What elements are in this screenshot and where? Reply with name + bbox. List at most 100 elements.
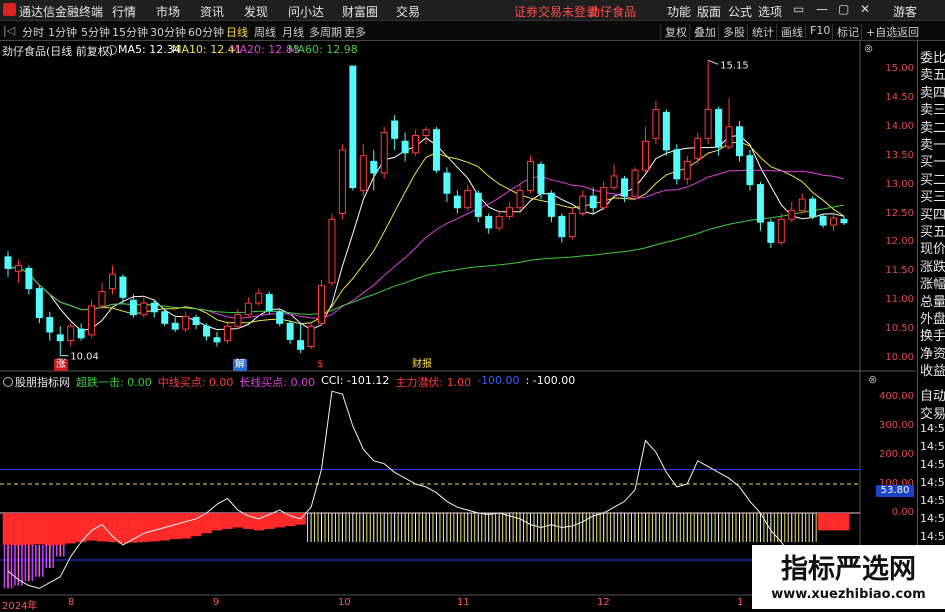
candle (46, 311, 54, 341)
price-tick-label: 11.00 (885, 294, 914, 306)
quote-label: 卖三 (920, 103, 945, 119)
indicator-field: 主力潜伏: 1.00 (395, 376, 472, 389)
price-tick-label: 14.50 (885, 91, 914, 103)
candle (349, 65, 357, 191)
candle (767, 219, 775, 249)
hist-bar-red (34, 513, 45, 545)
event-unlock[interactable]: 解 (233, 359, 247, 371)
quote-label: 总量 (920, 294, 945, 310)
indicator-field: 超跌一击: 0.00 (76, 376, 152, 389)
candle (67, 323, 75, 347)
candle (662, 109, 670, 156)
candle (579, 190, 587, 217)
quote-label: 买二 (920, 172, 945, 188)
candle (819, 213, 827, 228)
candle (506, 201, 514, 220)
hist-bar-red (211, 513, 223, 531)
candle (631, 167, 639, 200)
settings-circle-icon[interactable] (107, 45, 117, 55)
quote-label: 卖二 (920, 120, 945, 136)
candle (516, 184, 524, 211)
candle (297, 323, 305, 354)
hist-bar-red (107, 513, 118, 542)
candle (610, 164, 618, 191)
tick-time: 14:56 (920, 530, 945, 543)
candle (840, 216, 848, 226)
date-label-nov: 11 (457, 597, 470, 608)
candle (4, 251, 12, 278)
candle (495, 210, 503, 231)
quote-label: 净资 (920, 346, 945, 362)
candle (788, 201, 796, 223)
indicator-settings-icon[interactable] (3, 377, 13, 387)
tick-time: 14:56 (920, 512, 945, 525)
hist-bar-red (138, 513, 150, 542)
candle (830, 213, 838, 231)
auto-trade-label[interactable]: 自动 (920, 385, 945, 404)
quote-label: 卖一 (920, 138, 945, 153)
candle (652, 100, 660, 145)
candle (777, 213, 785, 246)
candle (537, 161, 545, 200)
tick-time: 14:56 (920, 458, 945, 471)
candle (318, 279, 325, 327)
candle (182, 311, 190, 332)
indicator-field: CCI: -101.12 (321, 374, 390, 387)
candle (474, 190, 482, 223)
chart-title: 劲仔食品(日线 前复权) (2, 45, 114, 58)
auto-trade-label[interactable]: 交易 (920, 403, 945, 422)
event-limit-up[interactable]: 涨 (54, 359, 68, 371)
close-panel-icon[interactable]: ⊗ (864, 42, 873, 55)
candle (432, 126, 440, 174)
candle (370, 149, 378, 191)
quote-label: 涨跌 (920, 259, 945, 275)
price-tick-label: 11.50 (885, 265, 914, 277)
candle (704, 60, 712, 145)
hist-bar-red (13, 513, 24, 546)
kline-chart[interactable]: 15.15 10.04 (0, 0, 945, 609)
hist-bar-red (817, 513, 829, 531)
hist-bar-red (253, 513, 265, 531)
indicator-field: 长线买点: 0.00 (239, 376, 316, 389)
cci-line (7, 390, 821, 595)
candle (756, 181, 764, 231)
candle (203, 323, 211, 341)
quote-label: 卖五 (920, 68, 945, 84)
quote-label: 外盘 (920, 312, 945, 327)
date-label-year: 2024年 (2, 601, 38, 612)
candle (244, 297, 252, 318)
candle (161, 308, 169, 327)
cci-series (7, 390, 821, 595)
price-tick-label: 12.50 (885, 207, 914, 219)
candle (25, 265, 33, 295)
candle (422, 126, 430, 145)
candle (412, 129, 420, 156)
indicator-tick-label: 200.00 (879, 449, 914, 460)
hist-bar-red (117, 513, 129, 544)
event-dividend[interactable]: $ (315, 359, 325, 371)
price-tick-label: 15.00 (885, 63, 914, 74)
tick-time: 14:56 (920, 476, 945, 489)
indicator-tick-label: 300.00 (879, 420, 914, 431)
low-price-label: 10.04 (70, 352, 99, 363)
candle (359, 144, 367, 197)
indicator-histogram (2, 513, 850, 589)
quote-label: 收益 (920, 364, 945, 380)
candles (4, 60, 848, 356)
price-tick-label: 10.00 (885, 352, 914, 363)
candle (88, 300, 96, 338)
candle (464, 184, 472, 211)
watermark-name: 指标严选网 (781, 554, 916, 585)
candle (255, 288, 263, 306)
candle (547, 190, 555, 223)
candle (171, 317, 179, 332)
candle (338, 144, 346, 220)
close-indicator-icon[interactable]: ⊗ (868, 373, 877, 386)
candle (568, 207, 576, 240)
candle (98, 282, 106, 309)
event-earnings[interactable]: 财报 (410, 359, 434, 371)
price-tick-label: 14.00 (885, 120, 914, 132)
candle (14, 259, 22, 283)
hist-bar-red (232, 513, 244, 528)
candle (673, 144, 681, 185)
